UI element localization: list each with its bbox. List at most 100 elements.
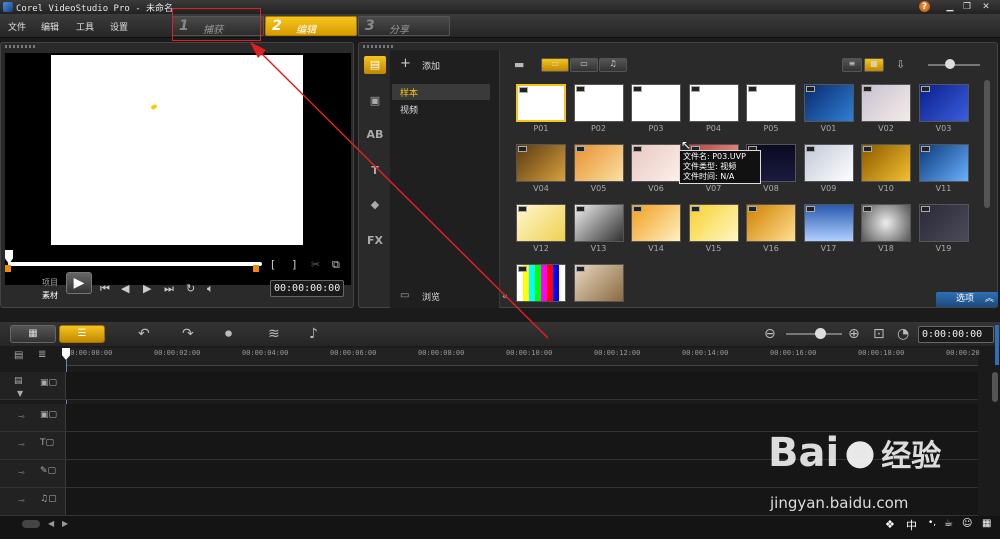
library-thumbnail[interactable] (631, 204, 681, 242)
timeline-side-handle[interactable] (995, 325, 999, 365)
library-scrollbar[interactable] (984, 80, 990, 208)
preview-timecode[interactable]: 00:00:00:00 (270, 280, 345, 297)
library-thumbnail[interactable] (631, 84, 681, 122)
lock-icon[interactable]: ⊸ (18, 412, 25, 421)
library-thumbnail[interactable] (803, 84, 854, 122)
track-lane[interactable] (66, 404, 978, 431)
previous-frame-icon[interactable]: ◀ (121, 282, 129, 295)
library-thumbnail[interactable] (861, 144, 911, 182)
title-icon[interactable]: T (364, 162, 386, 180)
library-thumbnail[interactable] (516, 264, 566, 302)
lock-icon[interactable]: ⊸ (18, 496, 25, 505)
zoom-fit-icon[interactable] (22, 520, 40, 528)
browse-icon[interactable]: ▭ (400, 290, 409, 301)
folder-samples[interactable]: 样本 (392, 84, 490, 100)
grid-icon[interactable]: ▦ (982, 518, 991, 529)
library-thumbnail[interactable] (573, 264, 624, 302)
mark-out-button[interactable]: ] (292, 258, 296, 271)
panel-grip[interactable] (363, 45, 393, 48)
chapter-list-icon[interactable]: ≣ (38, 349, 46, 360)
show-photo-icon[interactable]: ▭ (570, 58, 598, 72)
mode-clip-label[interactable]: 素材 (42, 290, 58, 301)
storyboard-view-button[interactable]: ▦ (10, 325, 56, 343)
slider-knob[interactable] (945, 59, 955, 69)
zoom-slider-knob[interactable] (815, 328, 826, 339)
home-icon[interactable]: ⏮ (100, 282, 110, 296)
trim-start-marker[interactable] (5, 265, 11, 272)
library-thumbnail[interactable] (688, 204, 739, 242)
browse-button[interactable]: 浏览 (422, 290, 440, 303)
library-thumbnail[interactable] (918, 84, 969, 122)
auto-music-icon[interactable]: ♪ (309, 326, 318, 342)
library-thumbnail[interactable] (573, 204, 624, 242)
library-thumbnail[interactable] (803, 204, 854, 242)
step-edit[interactable]: 2 编辑 (265, 16, 357, 36)
record-capture-icon[interactable]: ⏺ (225, 326, 232, 342)
media-icon[interactable]: ▤ (364, 56, 386, 74)
voice-track-icon[interactable]: ✎▢ (40, 466, 60, 480)
repeat-icon[interactable]: ↻ (186, 282, 195, 295)
library-thumbnail[interactable] (861, 84, 911, 122)
timeline-view-button[interactable]: ☰ (59, 325, 105, 343)
minimize-icon[interactable]: ▁ (943, 1, 957, 13)
show-audio-icon[interactable]: ♫ (599, 58, 627, 72)
panel-grip[interactable] (5, 45, 35, 48)
menu-tools[interactable]: 工具 (76, 20, 94, 33)
scrubber-bar[interactable] (8, 262, 262, 266)
enlarge-icon[interactable]: ⧉ (332, 258, 340, 272)
overlay-track-icon[interactable]: ▣▢ (40, 410, 60, 424)
library-thumbnail[interactable] (516, 84, 566, 122)
options-button[interactable]: 选项 ︽ (936, 292, 998, 307)
restore-icon[interactable]: ❐ (960, 1, 974, 13)
instant-project-icon[interactable]: ▣ (364, 92, 386, 110)
end-icon[interactable]: ⏭ (164, 282, 174, 296)
show-all-tracks-icon[interactable]: ▤ (14, 376, 23, 386)
track-manager-icon[interactable]: ▤ (14, 350, 23, 361)
title-track-icon[interactable]: T▢ (40, 438, 60, 452)
redo-icon[interactable]: ↷ (182, 326, 194, 342)
zoom-slider[interactable] (786, 333, 842, 335)
add-folder-button[interactable]: 添加 (422, 59, 440, 72)
add-icon[interactable]: + (400, 56, 411, 71)
collapse-icon[interactable]: « (502, 292, 508, 302)
close-icon[interactable]: ✕ (979, 1, 993, 13)
sound-mixer-icon[interactable]: ≋ (268, 326, 280, 342)
list-view-icon[interactable]: ≡ (842, 58, 862, 72)
cut-icon[interactable]: ✂ (311, 258, 320, 271)
lock-icon[interactable]: ⊸ (18, 468, 25, 477)
filter-icon[interactable]: FX (364, 232, 386, 250)
track-lane[interactable] (66, 372, 978, 399)
undo-icon[interactable]: ↶ (138, 326, 150, 342)
play-button[interactable]: ▶ (66, 272, 92, 294)
library-thumbnail[interactable] (688, 84, 739, 122)
zoom-in-icon[interactable]: ⊕ (848, 326, 860, 342)
library-thumbnail[interactable] (746, 84, 796, 122)
music-track-icon[interactable]: ♫▢ (40, 494, 60, 508)
next-frame-icon[interactable]: ▶ (143, 282, 151, 295)
library-thumbnail[interactable] (573, 84, 624, 122)
duration-clock-icon[interactable]: ◔ (897, 326, 909, 342)
timeline-ruler[interactable]: 00:00:00:00 00:00:02:00 00:00:04:00 00:0… (66, 348, 980, 366)
trim-end-marker[interactable] (253, 265, 259, 272)
show-video-icon[interactable]: ▭ (541, 58, 569, 72)
mode-project-label[interactable]: 项目 (42, 277, 58, 288)
folder-icon[interactable]: ▬ (514, 58, 524, 71)
help-icon[interactable]: ? (919, 1, 930, 12)
library-thumbnail[interactable] (516, 204, 566, 242)
thumbnail-view-icon[interactable]: ▦ (864, 58, 884, 72)
sort-icon[interactable]: ⇩ (896, 58, 905, 71)
menu-settings[interactable]: 设置 (110, 20, 128, 33)
library-thumbnail[interactable] (516, 144, 566, 182)
library-thumbnail[interactable] (746, 204, 796, 242)
folder-video[interactable]: 视频 (392, 101, 490, 117)
scroll-right-icon[interactable]: ▶ (62, 519, 68, 528)
fit-project-icon[interactable]: ⊡ (873, 326, 885, 342)
timeline-timecode[interactable]: 0:00:00:00 (918, 326, 994, 343)
menu-edit[interactable]: 编辑 (41, 20, 59, 33)
menu-file[interactable]: 文件 (8, 20, 26, 33)
chevron-down-icon[interactable]: ▼ (17, 389, 23, 398)
library-thumbnail[interactable] (573, 144, 624, 182)
step-share[interactable]: 3 分享 (358, 16, 450, 36)
library-thumbnail[interactable] (631, 144, 681, 182)
video-track-icon[interactable]: ▣▢ (40, 378, 60, 392)
